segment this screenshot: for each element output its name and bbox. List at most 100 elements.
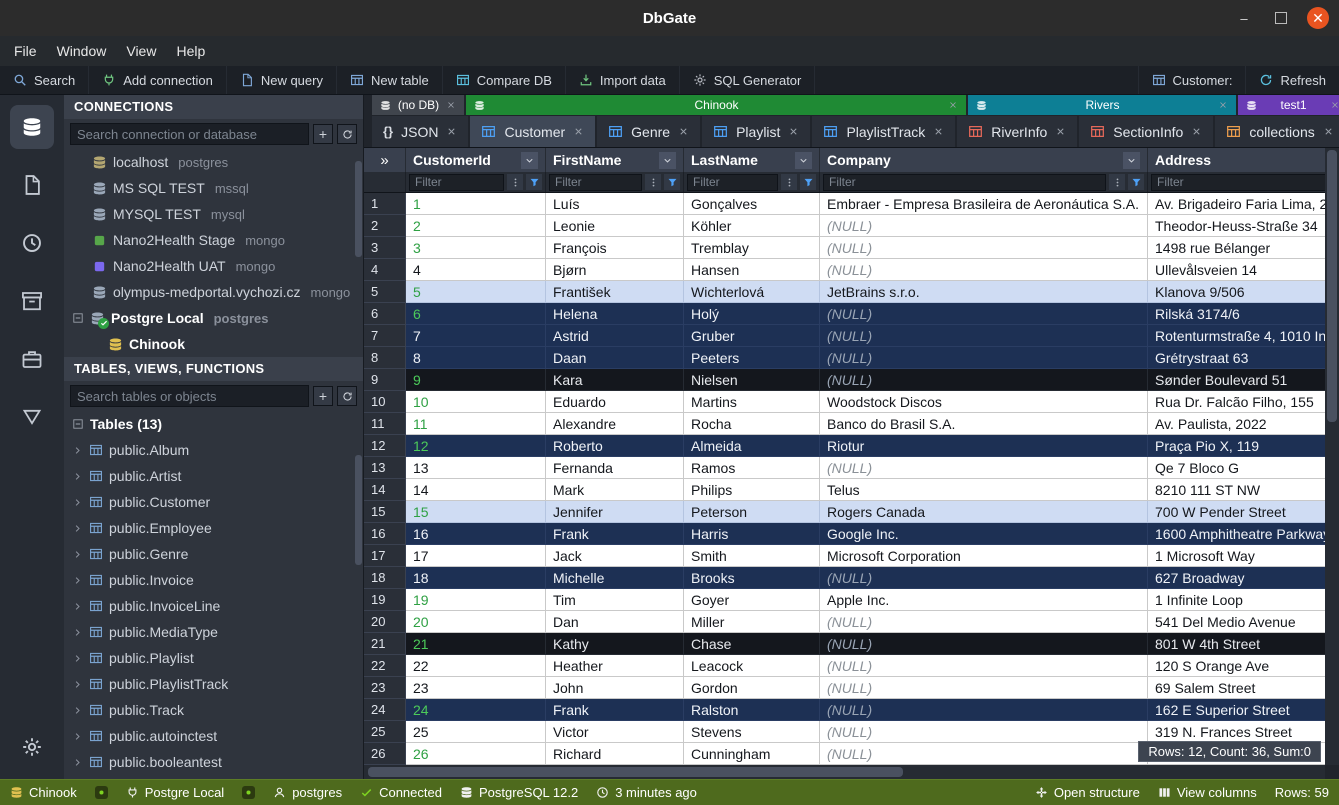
cell-company[interactable]: (NULL)	[820, 369, 1148, 391]
cell-firstname[interactable]: Michelle	[546, 567, 684, 589]
tab-playlist[interactable]: Playlist	[702, 116, 810, 147]
tables-scrollbar-thumb[interactable]	[355, 455, 362, 565]
table-item-public-autoinctest[interactable]: public.autoinctest	[64, 723, 363, 749]
cell-company[interactable]: (NULL)	[820, 633, 1148, 655]
row-number[interactable]: 5	[364, 281, 406, 303]
filter-funnel-icon[interactable]	[1128, 174, 1144, 190]
horizontal-scrollbar[interactable]	[364, 765, 1325, 779]
cell-address[interactable]: 1 Infinite Loop	[1148, 589, 1325, 611]
table-row-17[interactable]: 1717JackSmithMicrosoft Corporation1 Micr…	[364, 545, 1325, 567]
cell-address[interactable]: 319 N. Frances Street	[1148, 721, 1325, 743]
cell-address[interactable]: Qe 7 Bloco G	[1148, 457, 1325, 479]
cell-company[interactable]: Google Inc.	[820, 523, 1148, 545]
add-connection-plus-button[interactable]: +	[313, 124, 333, 144]
column-header-address[interactable]: Address	[1148, 148, 1325, 172]
filter-funnel-icon[interactable]	[800, 174, 816, 190]
column-header-customerid[interactable]: CustomerId	[406, 148, 546, 172]
cell-firstname[interactable]: Bjørn	[546, 259, 684, 281]
chevron-right-icon[interactable]	[72, 601, 83, 612]
cell-firstname[interactable]: Frank	[546, 699, 684, 721]
row-number[interactable]: 1	[364, 193, 406, 215]
cell-lastname[interactable]: Rocha	[684, 413, 820, 435]
cell-customerid[interactable]: 26	[406, 743, 546, 765]
cell-customerid[interactable]: 1	[406, 193, 546, 215]
kebab-icon[interactable]	[645, 174, 661, 190]
cell-address[interactable]: Ullevålsveien 14	[1148, 259, 1325, 281]
cell-customerid[interactable]: 9	[406, 369, 546, 391]
chevron-right-icon[interactable]	[72, 705, 83, 716]
cell-company[interactable]: (NULL)	[820, 743, 1148, 765]
cell-customerid[interactable]: 20	[406, 611, 546, 633]
close-icon[interactable]	[446, 100, 456, 110]
cell-lastname[interactable]: Köhler	[684, 215, 820, 237]
cell-firstname[interactable]: Jennifer	[546, 501, 684, 523]
close-icon[interactable]	[788, 126, 799, 137]
vertical-scrollbar-thumb[interactable]	[1327, 150, 1337, 422]
rail-history-button[interactable]	[10, 221, 54, 265]
menu-help[interactable]: Help	[166, 39, 215, 63]
toolbar-refresh-button[interactable]: Refresh	[1245, 66, 1339, 94]
db-tab-chinook[interactable]: Chinook	[466, 95, 966, 115]
cell-lastname[interactable]: Gordon	[684, 677, 820, 699]
filter-input-address[interactable]	[1151, 174, 1325, 191]
cell-lastname[interactable]: Ralston	[684, 699, 820, 721]
cell-firstname[interactable]: Dan	[546, 611, 684, 633]
cell-address[interactable]: Av. Brigadeiro Faria Lima, 2170	[1148, 193, 1325, 215]
column-header-lastname[interactable]: LastName	[684, 148, 820, 172]
cell-lastname[interactable]: Hansen	[684, 259, 820, 281]
cell-address[interactable]: Rotenturmstraße 4, 1010 Innere Stadt	[1148, 325, 1325, 347]
connection-item-ms-sql-test[interactable]: MS SQL TESTmssql	[64, 175, 363, 201]
cell-address[interactable]: Theodor-Heuss-Straße 34	[1148, 215, 1325, 237]
cell-address[interactable]: Rua Dr. Falcão Filho, 155	[1148, 391, 1325, 413]
cell-company[interactable]: Apple Inc.	[820, 589, 1148, 611]
table-row-12[interactable]: 1212RobertoAlmeidaRioturPraça Pio X, 119	[364, 435, 1325, 457]
toolbar-add-connection-button[interactable]: Add connection	[89, 66, 227, 94]
cell-company[interactable]: (NULL)	[820, 347, 1148, 369]
cell-customerid[interactable]: 25	[406, 721, 546, 743]
cell-firstname[interactable]: Leonie	[546, 215, 684, 237]
row-number[interactable]: 4	[364, 259, 406, 281]
horizontal-scrollbar-thumb[interactable]	[368, 767, 903, 777]
table-row-20[interactable]: 2020DanMiller(NULL)541 Del Medio Avenue	[364, 611, 1325, 633]
cell-lastname[interactable]: Holý	[684, 303, 820, 325]
table-item-public-mediatype[interactable]: public.MediaType	[64, 619, 363, 645]
column-header-company[interactable]: Company	[820, 148, 1148, 172]
row-number[interactable]: 2	[364, 215, 406, 237]
cell-address[interactable]: 1498 rue Bélanger	[1148, 237, 1325, 259]
close-icon[interactable]	[1218, 100, 1228, 110]
cell-lastname[interactable]: Peeters	[684, 347, 820, 369]
cell-customerid[interactable]: 7	[406, 325, 546, 347]
cell-firstname[interactable]: Tim	[546, 589, 684, 611]
table-row-4[interactable]: 44BjørnHansen(NULL)Ullevålsveien 14	[364, 259, 1325, 281]
cell-customerid[interactable]: 5	[406, 281, 546, 303]
kebab-icon[interactable]	[1109, 174, 1125, 190]
chevron-right-icon[interactable]	[72, 445, 83, 456]
cell-lastname[interactable]: Almeida	[684, 435, 820, 457]
tab-sectioninfo[interactable]: SectionInfo	[1079, 116, 1213, 147]
table-item-public-booleantest[interactable]: public.booleantest	[64, 749, 363, 775]
close-icon[interactable]	[948, 100, 958, 110]
column-dropdown-button[interactable]	[1123, 152, 1140, 169]
rail-connections-button[interactable]	[10, 105, 54, 149]
cell-customerid[interactable]: 11	[406, 413, 546, 435]
row-number[interactable]: 17	[364, 545, 406, 567]
kebab-icon[interactable]	[781, 174, 797, 190]
toolbar-compare-db-button[interactable]: Compare DB	[443, 66, 566, 94]
table-row-19[interactable]: 1919TimGoyerApple Inc.1 Infinite Loop	[364, 589, 1325, 611]
menu-view[interactable]: View	[116, 39, 166, 63]
cell-address[interactable]: 1 Microsoft Way	[1148, 545, 1325, 567]
close-icon[interactable]	[446, 126, 457, 137]
cell-address[interactable]: Rilská 3174/6	[1148, 303, 1325, 325]
row-number[interactable]: 22	[364, 655, 406, 677]
row-number[interactable]: 26	[364, 743, 406, 765]
kebab-icon[interactable]	[507, 174, 523, 190]
cell-firstname[interactable]: Jack	[546, 545, 684, 567]
row-number[interactable]: 14	[364, 479, 406, 501]
cell-address[interactable]: Sønder Boulevard 51	[1148, 369, 1325, 391]
vertical-scrollbar[interactable]	[1325, 148, 1339, 765]
cell-lastname[interactable]: Martins	[684, 391, 820, 413]
cell-lastname[interactable]: Leacock	[684, 655, 820, 677]
table-row-15[interactable]: 1515JenniferPetersonRogers Canada700 W P…	[364, 501, 1325, 523]
menu-window[interactable]: Window	[47, 39, 117, 63]
row-number[interactable]: 13	[364, 457, 406, 479]
